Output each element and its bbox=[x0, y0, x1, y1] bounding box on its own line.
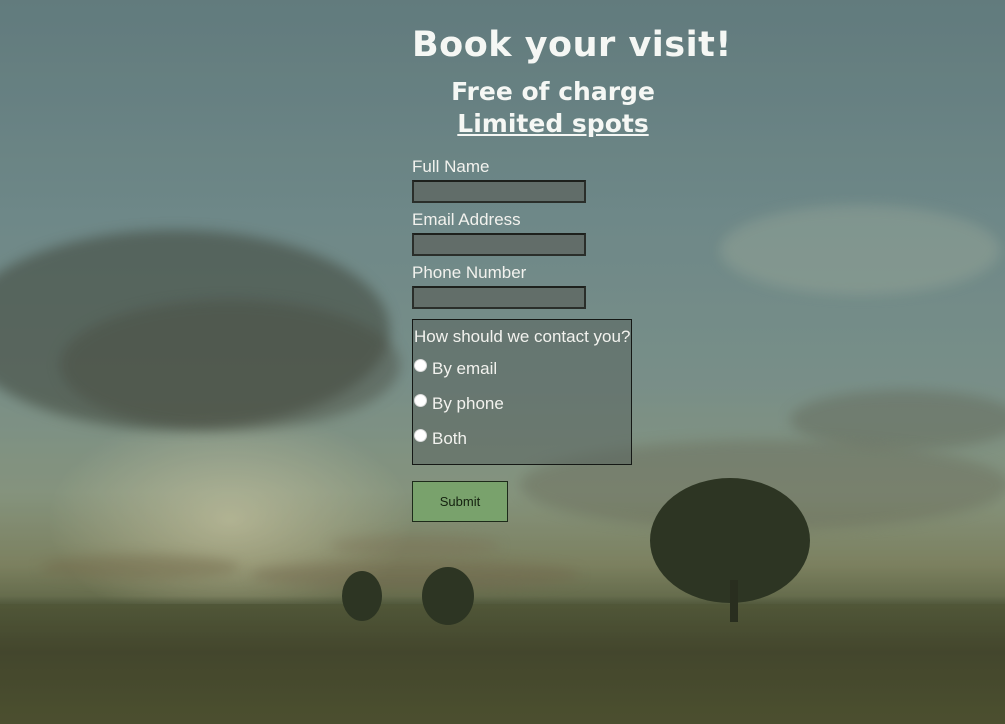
radio-label-phone: By phone bbox=[432, 393, 504, 413]
full-name-input[interactable] bbox=[412, 180, 586, 203]
phone-label: Phone Number bbox=[412, 263, 527, 282]
booking-form: Full Name Email Address Phone Number How… bbox=[412, 156, 712, 522]
radio-button-email[interactable] bbox=[414, 359, 427, 372]
radio-label-email: By email bbox=[432, 358, 498, 378]
full-name-label: Full Name bbox=[412, 157, 490, 176]
radio-option-email[interactable]: By email bbox=[414, 351, 631, 386]
radio-button-both[interactable] bbox=[414, 429, 427, 442]
limited-spots-text: Limited spots bbox=[457, 109, 649, 138]
page-title: Book your visit! bbox=[412, 25, 732, 65]
contact-question-label: How should we contact you? bbox=[414, 327, 631, 346]
booking-form-container: Book your visit! Free of charge Limited … bbox=[412, 22, 732, 522]
radio-option-both[interactable]: Both bbox=[414, 421, 631, 456]
phone-input[interactable] bbox=[412, 286, 586, 309]
radio-option-phone[interactable]: By phone bbox=[414, 386, 631, 421]
subheading: Free of charge Limited spots bbox=[412, 76, 694, 140]
radio-label-both: Both bbox=[432, 428, 467, 448]
radio-button-phone[interactable] bbox=[414, 394, 427, 407]
free-of-charge-text: Free of charge bbox=[451, 77, 655, 106]
submit-button[interactable]: Submit bbox=[412, 481, 508, 522]
email-label: Email Address bbox=[412, 210, 521, 229]
contact-preference-group: How should we contact you? By email By p… bbox=[412, 319, 632, 465]
email-input[interactable] bbox=[412, 233, 586, 256]
